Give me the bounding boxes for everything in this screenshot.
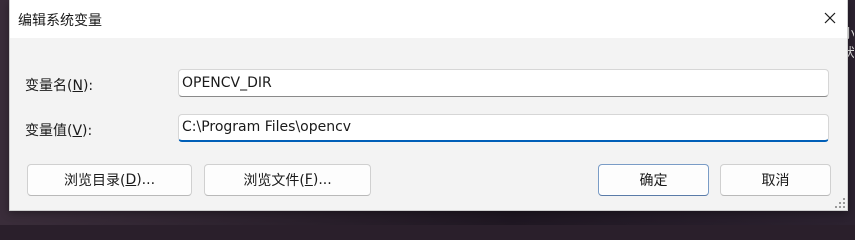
title-bar: 编辑系统变量	[10, 0, 847, 38]
variable-name-label: 变量名(N):	[25, 78, 94, 94]
resize-grip-icon[interactable]	[835, 198, 845, 208]
close-icon	[824, 12, 836, 24]
close-button[interactable]	[815, 3, 845, 33]
variable-name-input[interactable]: OPENCV_DIR	[178, 69, 829, 97]
cancel-button[interactable]: 取消	[720, 164, 831, 196]
variable-value-input[interactable]: C:\Program Files\opencv	[178, 114, 829, 142]
dialog-title: 编辑系统变量	[18, 13, 102, 29]
browse-file-button[interactable]: 浏览文件(F)...	[204, 164, 371, 196]
variable-value-label: 变量值(V):	[25, 123, 93, 139]
edit-system-variable-dialog: 编辑系统变量 变量名(N): OPENCV_DIR 变量值(V): C:\Pro…	[9, 0, 848, 211]
browse-directory-button[interactable]: 浏览目录(D)...	[27, 164, 192, 196]
ok-button[interactable]: 确定	[598, 164, 709, 196]
